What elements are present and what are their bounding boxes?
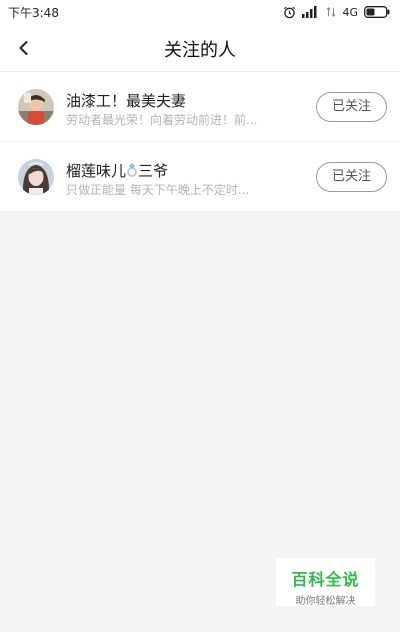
- user-name-part: 榴莲味儿: [66, 162, 127, 180]
- avatar[interactable]: [18, 89, 54, 125]
- network-type: 4G: [342, 5, 358, 19]
- status-icons: 4G: [283, 4, 390, 20]
- user-name: 榴莲味儿 三爷: [66, 160, 168, 181]
- nav-header: 关注的人: [0, 24, 400, 72]
- following-list: 油漆工！最美夫妻 劳动者最光荣！向着劳动前进！前... 已关注 榴莲味儿 三爷 …: [0, 72, 400, 212]
- avatar-image: [18, 159, 54, 195]
- battery-icon: [364, 6, 390, 18]
- user-name-part: 三爷: [138, 162, 169, 180]
- alarm-clock-icon: [284, 6, 296, 18]
- avatar[interactable]: [18, 159, 54, 195]
- avatar-image: [18, 89, 54, 125]
- diamond-ring-icon: [127, 163, 137, 177]
- followed-button[interactable]: 已关注: [316, 162, 387, 192]
- user-description: 劳动者最光荣！向着劳动前进！前...: [66, 113, 258, 127]
- status-bar: 下午3:48 4G: [0, 0, 400, 24]
- data-signal-icon: [326, 7, 337, 17]
- watermark-logo: 百科全说 助你轻松解决: [276, 558, 375, 607]
- watermark-subtitle: 助你轻松解决: [295, 596, 356, 607]
- user-name: 油漆工！最美夫妻: [66, 92, 187, 110]
- followed-button[interactable]: 已关注: [316, 92, 387, 122]
- list-item[interactable]: 榴莲味儿 三爷 只做正能量 每天下午晚上不定时... 已关注: [0, 142, 400, 212]
- user-description: 只做正能量 每天下午晚上不定时...: [66, 183, 250, 197]
- list-item[interactable]: 油漆工！最美夫妻 劳动者最光荣！向着劳动前进！前... 已关注: [0, 72, 400, 142]
- page-title: 关注的人: [164, 40, 236, 61]
- following-page: 下午3:48 4G 关注的人 油漆工！最美夫妻 劳动者最光荣！向着劳动前进！前.…: [0, 0, 400, 632]
- signal-bars-icon: [302, 6, 317, 18]
- status-time: 下午3:48: [8, 6, 59, 20]
- watermark-title: 百科全说: [291, 570, 360, 589]
